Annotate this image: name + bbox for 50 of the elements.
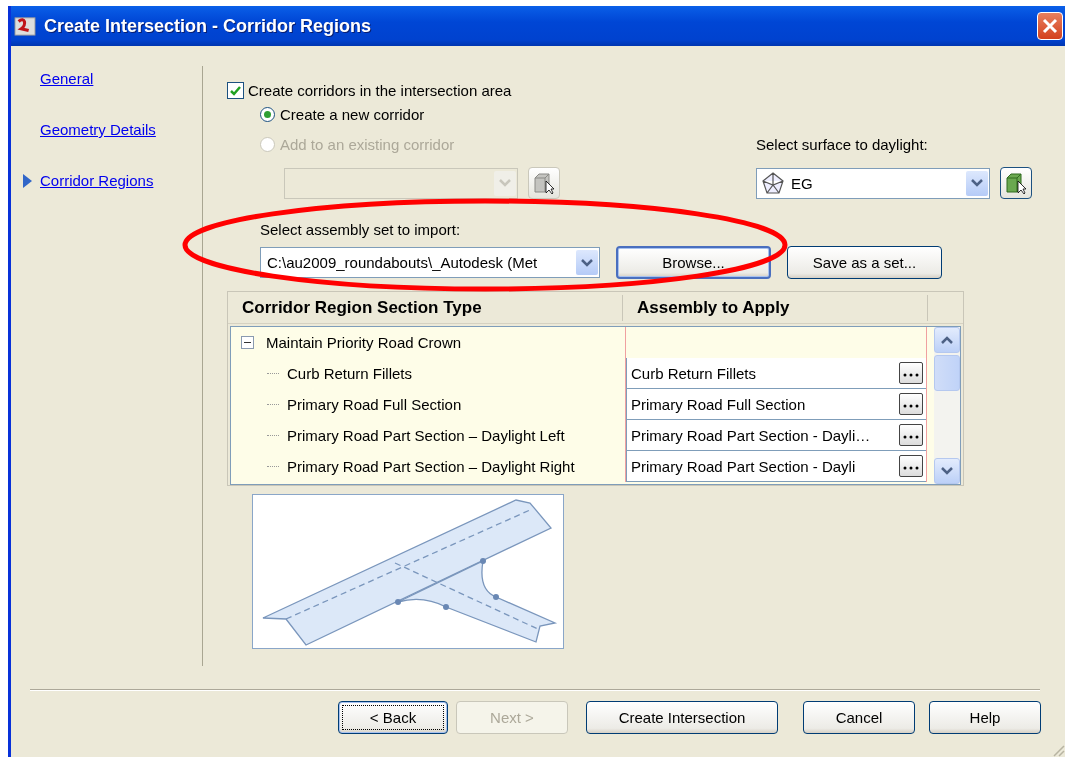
tree-item[interactable]: Primary Road Part Section – Daylight Left bbox=[287, 427, 565, 444]
assembly-cell[interactable]: Curb Return Fillets bbox=[626, 358, 926, 389]
nav-link[interactable]: General bbox=[40, 70, 94, 87]
field-label: Select surface to daylight: bbox=[756, 136, 929, 153]
pick-button[interactable] bbox=[1000, 167, 1032, 199]
nav-link[interactable]: Corridor Regions bbox=[40, 172, 154, 189]
surface-value: EG bbox=[791, 174, 813, 192]
browse-icon[interactable] bbox=[899, 455, 923, 477]
dialog-button[interactable]: Cancel bbox=[803, 701, 915, 734]
tree-item[interactable]: Maintain Priority Road Crown bbox=[266, 334, 462, 351]
column-header: Corridor Region Section Type bbox=[228, 294, 623, 321]
window-title: Create Intersection - Corridor Regions bbox=[44, 15, 372, 37]
scroll-up-icon[interactable] bbox=[941, 336, 953, 344]
assembly-name: Curb Return Fillets bbox=[631, 364, 757, 382]
checkbox-label: Create corridors in the intersection area bbox=[248, 82, 512, 99]
scroll-down-icon[interactable] bbox=[941, 467, 953, 475]
collapse-icon[interactable] bbox=[241, 336, 254, 349]
assembly-name: Primary Road Part Section - Dayli… bbox=[631, 426, 871, 444]
browse-icon[interactable] bbox=[899, 362, 923, 384]
dialog-button[interactable]: Browse... bbox=[616, 246, 771, 279]
assembly-cell[interactable]: Primary Road Part Section - Dayli bbox=[626, 451, 926, 482]
app-icon bbox=[14, 16, 36, 36]
assembly-set-path: C:\au2009_roundabouts\_Autodesk (Met bbox=[266, 254, 538, 271]
field-label: Select assembly set to import: bbox=[260, 221, 461, 238]
tree-item[interactable]: Primary Road Part Section – Daylight Right bbox=[287, 458, 575, 475]
assembly-cell[interactable]: Primary Road Part Section - Dayli… bbox=[626, 420, 926, 451]
dialog-button[interactable]: Create Intersection bbox=[586, 701, 778, 734]
assembly-cell[interactable]: Primary Road Full Section bbox=[626, 389, 926, 420]
tree-item[interactable]: Curb Return Fillets bbox=[287, 365, 413, 382]
browse-icon[interactable] bbox=[899, 424, 923, 446]
surface-icon bbox=[761, 171, 785, 195]
dialog-button[interactable]: < Back bbox=[338, 701, 448, 734]
close-icon bbox=[1042, 18, 1058, 34]
close-button[interactable] bbox=[1037, 12, 1063, 40]
tree-item[interactable]: Primary Road Full Section bbox=[287, 396, 462, 413]
assembly-set-dropdown[interactable]: C:\au2009_roundabouts\_Autodesk (Met bbox=[260, 247, 600, 278]
scrollbar-thumb[interactable] bbox=[934, 355, 960, 391]
radio-button[interactable] bbox=[260, 106, 275, 122]
surface-dropdown[interactable]: EG bbox=[756, 167, 990, 199]
dialog-button[interactable]: Help bbox=[929, 701, 1041, 734]
checkbox[interactable] bbox=[227, 82, 244, 99]
resize-grip-icon[interactable] bbox=[1051, 743, 1065, 757]
radio-label: Add to an existing corridor bbox=[280, 135, 455, 153]
radio-label: Create a new corridor bbox=[280, 105, 425, 123]
browse-icon[interactable] bbox=[899, 393, 923, 415]
nav-link[interactable]: Geometry Details bbox=[40, 121, 156, 138]
assembly-name: Primary Road Full Section bbox=[631, 395, 806, 413]
assembly-name: Primary Road Part Section - Dayli bbox=[631, 457, 856, 475]
column-header: Assembly to Apply bbox=[623, 294, 928, 321]
dialog-button[interactable]: Save as a set... bbox=[787, 246, 942, 279]
